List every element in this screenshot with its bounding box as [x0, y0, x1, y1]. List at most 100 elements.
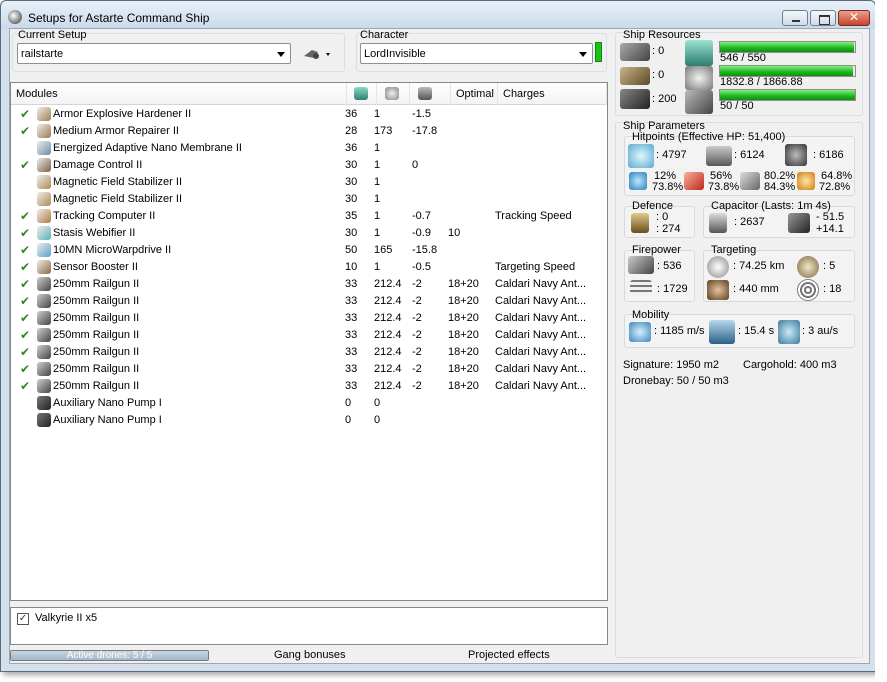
- module-row[interactable]: Auxiliary Nano Pump I 0 0: [11, 395, 607, 412]
- module-active-check-icon[interactable]: ✔: [20, 277, 30, 291]
- max-targets-value: : 5: [823, 260, 836, 272]
- maximize-button[interactable]: [810, 10, 836, 26]
- module-active-check-icon[interactable]: ✔: [20, 158, 30, 172]
- dps-icon: [628, 256, 654, 274]
- module-row[interactable]: ✔ 10MN MicroWarpdrive II 50 165 -15.8: [11, 242, 607, 259]
- module-optimal: 10: [448, 227, 461, 239]
- module-c2: 212.4: [374, 380, 402, 392]
- wrench-ship-icon: [304, 50, 330, 59]
- module-active-check-icon[interactable]: ✔: [20, 226, 30, 240]
- module-optimal: 18+20: [448, 346, 479, 358]
- kinetic-resist-armor: 84.3%: [764, 181, 796, 193]
- module-active-check-icon[interactable]: ✔: [20, 311, 30, 325]
- module-active-check-icon[interactable]: ✔: [20, 345, 30, 359]
- module-active-check-icon[interactable]: ✔: [20, 294, 30, 308]
- module-name: 250mm Railgun II: [53, 363, 140, 375]
- module-name: 250mm Railgun II: [53, 295, 140, 307]
- module-c1: 0: [345, 414, 352, 426]
- thermal-resist-armor: 73.8%: [708, 181, 740, 193]
- module-row[interactable]: ✔ Stasis Webifier II 30 1 -0.9 10: [11, 225, 607, 242]
- projected-effects-button[interactable]: Projected effects: [468, 649, 550, 661]
- active-drones-bar: Active drones: 5 / 5: [10, 650, 209, 661]
- column-charges-label: Charges: [503, 88, 545, 100]
- module-active-check-icon[interactable]: ✔: [20, 260, 30, 274]
- rig-icon: [37, 413, 51, 427]
- module-active-check-icon[interactable]: ✔: [20, 328, 30, 342]
- module-icon: [37, 209, 51, 223]
- module-c3: -0.7: [412, 210, 431, 222]
- column-powergrid[interactable]: [377, 83, 410, 105]
- module-row[interactable]: Energized Adaptive Nano Membrane II 36 1: [11, 140, 607, 157]
- module-optimal: 18+20: [448, 278, 479, 290]
- targeting-title: Targeting: [711, 244, 757, 256]
- module-row[interactable]: ✔ Damage Control II 30 1 0: [11, 157, 607, 174]
- module-c1: 50: [345, 244, 358, 256]
- cargohold-value: Cargohold: 400 m3: [743, 359, 837, 371]
- module-active-check-icon[interactable]: ✔: [20, 243, 30, 257]
- module-c3: 0: [412, 159, 419, 171]
- module-c3: -15.8: [412, 244, 438, 256]
- module-c3: -2: [412, 278, 422, 290]
- module-optimal: 18+20: [448, 380, 479, 392]
- module-active-check-icon[interactable]: ✔: [20, 209, 30, 223]
- module-row[interactable]: ✔ 250mm Railgun II 33 212.4 -2 18+20 Caldari N…: [11, 310, 607, 327]
- module-row[interactable]: Auxiliary Nano Pump I 0 0: [11, 412, 607, 429]
- module-c2: 212.4: [374, 295, 402, 307]
- module-row[interactable]: ✔ 250mm Railgun II 33 212.4 -2 18+20 Caldari N…: [11, 344, 607, 361]
- module-active-check-icon[interactable]: ✔: [20, 107, 30, 121]
- drone-checkbox[interactable]: ✓: [17, 613, 29, 625]
- column-modules[interactable]: Modules: [11, 83, 347, 105]
- module-row[interactable]: ✔ Tracking Computer II 35 1 -0.7 Tracking Spe…: [11, 208, 607, 225]
- cpu-fill: [720, 42, 854, 52]
- module-c1: 0: [345, 397, 352, 409]
- module-row[interactable]: ✔ 250mm Railgun II 33 212.4 -2 18+20 Caldari N…: [11, 327, 607, 344]
- module-active-check-icon[interactable]: ✔: [20, 362, 30, 376]
- module-row[interactable]: Magnetic Field Stabilizer II 30 1: [11, 191, 607, 208]
- module-row[interactable]: ✔ 250mm Railgun II 33 212.4 -2 18+20 Caldari N…: [11, 293, 607, 310]
- module-c1: 30: [345, 227, 358, 239]
- module-c3: -2: [412, 380, 422, 392]
- module-row[interactable]: ✔ Medium Armor Repairer II 28 173 -17.8: [11, 123, 607, 140]
- module-row[interactable]: ✔ 250mm Railgun II 33 212.4 -2 18+20 Caldari N…: [11, 361, 607, 378]
- module-icon: [37, 243, 51, 257]
- calibration-icon: [620, 89, 650, 109]
- module-row[interactable]: ✔ 250mm Railgun II 33 212.4 -2 18+20 Caldari N…: [11, 276, 607, 293]
- minimize-button[interactable]: [782, 10, 808, 26]
- module-row[interactable]: ✔ Sensor Booster II 10 1 -0.5 Targeting Speed: [11, 259, 607, 276]
- gang-bonuses-button[interactable]: Gang bonuses: [274, 649, 346, 661]
- column-cpu[interactable]: [347, 83, 377, 105]
- modules-list[interactable]: Modules Optimal Charges ✔ Armor Explosive…: [10, 82, 608, 601]
- title-bar[interactable]: Setups for Astarte Command Ship ✕: [1, 1, 875, 29]
- column-charges[interactable]: Charges: [498, 83, 607, 105]
- module-c2: 1: [374, 210, 381, 222]
- app-icon: [8, 10, 22, 24]
- module-c3: -2: [412, 363, 422, 375]
- module-row[interactable]: ✔ 250mm Railgun II 33 212.4 -2 18+20 Caldari N…: [11, 378, 607, 395]
- drones-list[interactable]: ✓ Valkyrie II x5: [10, 607, 608, 645]
- module-c3: -2: [412, 295, 422, 307]
- module-c2: 1: [374, 142, 381, 154]
- module-active-check-icon[interactable]: ✔: [20, 379, 30, 393]
- max-targets-icon: [797, 256, 819, 278]
- structure-hp-value: : 6186: [813, 149, 844, 161]
- module-row[interactable]: Magnetic Field Stabilizer II 30 1: [11, 174, 607, 191]
- setup-select[interactable]: railstarte: [17, 43, 291, 64]
- module-name: 10MN MicroWarpdrive II: [53, 244, 172, 256]
- armor-icon: [706, 146, 732, 166]
- launcher-hardpoints-value: : 0: [652, 69, 665, 81]
- module-c3: -2: [412, 329, 422, 341]
- module-icon: [37, 124, 51, 138]
- module-name: 250mm Railgun II: [53, 312, 140, 324]
- module-icon: [37, 226, 51, 240]
- character-select[interactable]: LordInvisible: [360, 43, 593, 64]
- module-icon: [37, 192, 51, 206]
- column-optimal[interactable]: Optimal: [451, 83, 498, 105]
- column-capacitor[interactable]: [410, 83, 451, 105]
- module-active-check-icon[interactable]: ✔: [20, 124, 30, 138]
- ship-tools-button[interactable]: [300, 44, 334, 64]
- modules-header: Modules Optimal Charges: [11, 83, 607, 105]
- current-setup-label: Current Setup: [18, 29, 87, 41]
- module-row[interactable]: ✔ Armor Explosive Hardener II 36 1 -1.5: [11, 106, 607, 123]
- module-c2: 1: [374, 193, 381, 205]
- close-button[interactable]: ✕: [838, 10, 870, 26]
